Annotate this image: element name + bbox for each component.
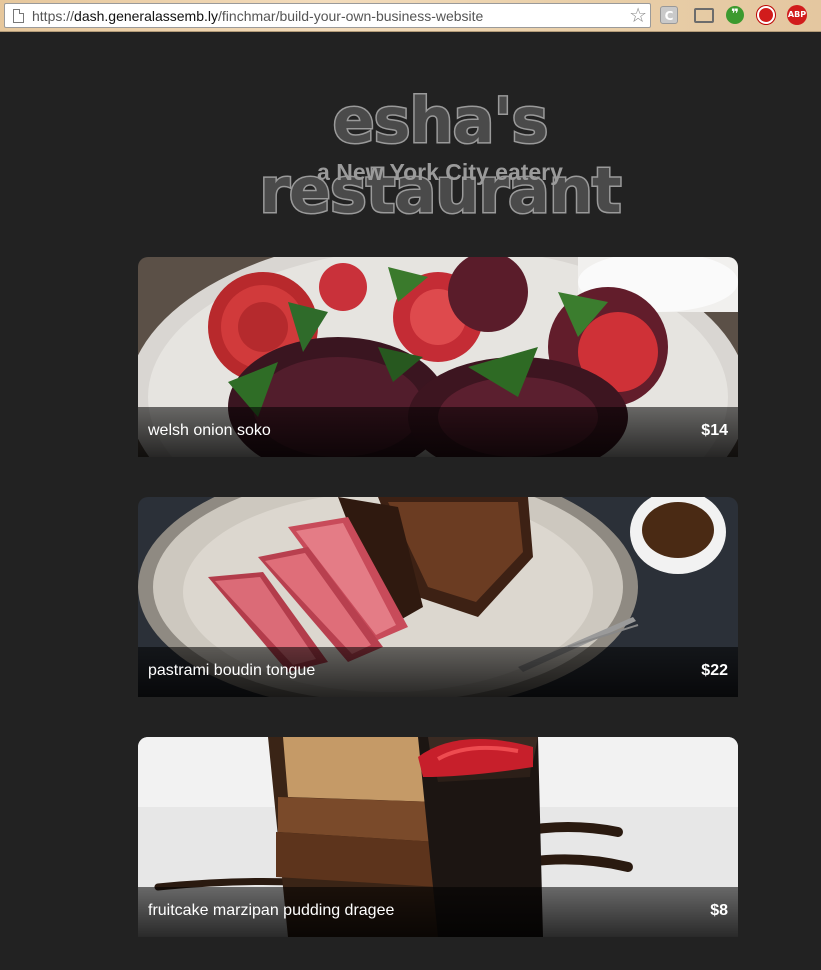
caption-bar: fruitcake marzipan pudding dragee $8 bbox=[138, 887, 738, 937]
menu-item-card[interactable]: pastrami boudin tongue $22 bbox=[138, 497, 738, 697]
adblock-plus-icon[interactable]: ABP bbox=[787, 5, 807, 25]
url-path: /finchmar/build-your-own-business-websit… bbox=[218, 8, 484, 24]
cast-icon[interactable] bbox=[694, 8, 714, 23]
menu-item-card[interactable]: welsh onion soko $14 bbox=[138, 257, 738, 457]
dish-price: $22 bbox=[701, 662, 728, 679]
dish-price: $8 bbox=[710, 902, 728, 919]
dish-price: $14 bbox=[701, 422, 728, 439]
dish-name: pastrami boudin tongue bbox=[148, 662, 316, 679]
browser-toolbar: https://dash.generalassemb.ly/finchmar/b… bbox=[0, 0, 821, 32]
caption-bar: welsh onion soko $14 bbox=[138, 407, 738, 457]
address-bar[interactable]: https://dash.generalassemb.ly/finchmar/b… bbox=[4, 3, 651, 28]
dish-name: welsh onion soko bbox=[148, 422, 271, 439]
url-text[interactable]: https://dash.generalassemb.ly/finchmar/b… bbox=[32, 8, 483, 24]
site-tagline: a New York City eatery bbox=[317, 159, 563, 185]
extension-c-icon[interactable]: C bbox=[660, 6, 678, 24]
evernote-icon[interactable]: ❞ bbox=[726, 6, 744, 24]
url-scheme: https:// bbox=[32, 8, 75, 24]
page-icon bbox=[13, 9, 24, 23]
url-host: dash.generalassemb.ly bbox=[74, 8, 219, 24]
bookmark-star-icon[interactable]: ☆ bbox=[629, 4, 647, 26]
shield-extension-icon[interactable] bbox=[757, 6, 775, 24]
site-title: esha's restaurant bbox=[258, 84, 623, 227]
dish-name: fruitcake marzipan pudding dragee bbox=[148, 902, 395, 919]
caption-bar: pastrami boudin tongue $22 bbox=[138, 647, 738, 697]
menu-item-card[interactable]: fruitcake marzipan pudding dragee $8 bbox=[138, 737, 738, 937]
